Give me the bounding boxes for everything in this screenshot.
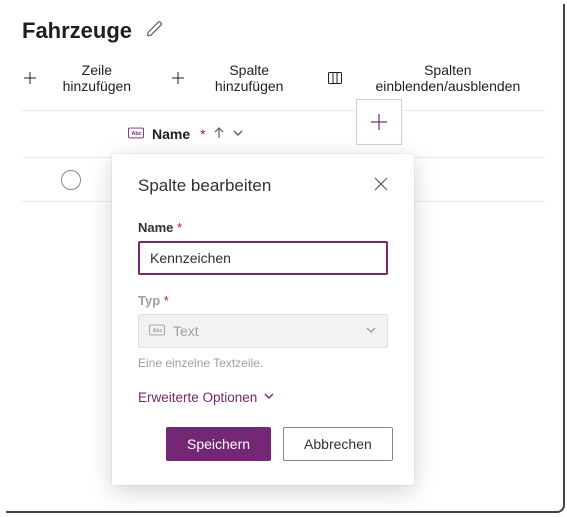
row-select-radio[interactable] [61, 170, 81, 190]
chevron-down-icon [365, 323, 377, 339]
add-column-label: Spalte hinzufügen [194, 62, 305, 94]
add-row-button[interactable]: Zeile hinzufügen [22, 62, 148, 94]
text-field-icon: Abc [128, 126, 144, 142]
svg-text:Abc: Abc [153, 328, 163, 334]
column-header-name[interactable]: Abc Name * [120, 126, 340, 142]
sort-ascending-icon [214, 126, 224, 142]
table-header-row: Abc Name * [22, 110, 545, 158]
columns-icon [327, 70, 343, 86]
type-field-label: Typ * [138, 293, 388, 308]
cancel-button[interactable]: Abbrechen [283, 427, 393, 461]
chevron-down-icon[interactable] [232, 126, 244, 142]
panel-title: Spalte bearbeiten [138, 176, 271, 196]
page-title: Fahrzeuge [22, 18, 132, 44]
advanced-options-toggle[interactable]: Erweiterte Optionen [138, 390, 388, 405]
required-star-icon: * [164, 293, 169, 308]
svg-text:Abc: Abc [132, 131, 142, 137]
plus-icon [22, 70, 38, 86]
add-column-button[interactable]: Spalte hinzufügen [170, 62, 305, 94]
plus-icon [170, 70, 186, 86]
column-name-label: Name [152, 126, 190, 142]
name-field-label: Name * [138, 220, 388, 235]
required-star-icon: * [177, 220, 182, 235]
column-type-select: Abc Text [138, 314, 388, 348]
toolbar: Zeile hinzufügen Spalte hinzufügen Spalt… [22, 62, 545, 94]
add-row-label: Zeile hinzufügen [46, 62, 148, 94]
edit-column-panel: Spalte bearbeiten Name * Typ * Abc Text … [112, 154, 414, 485]
toggle-columns-button[interactable]: Spalten einblenden/ausblenden [327, 62, 545, 94]
type-helper-text: Eine einzelne Textzeile. [138, 356, 388, 370]
save-button[interactable]: Speichern [166, 427, 271, 461]
add-column-plus-button[interactable] [356, 99, 402, 145]
chevron-down-icon [263, 390, 275, 405]
type-value-label: Text [173, 323, 199, 339]
text-field-icon: Abc [149, 323, 165, 339]
page-title-row: Fahrzeuge [22, 18, 545, 44]
required-star-icon: * [200, 126, 205, 142]
column-name-input[interactable] [138, 241, 388, 275]
close-icon[interactable] [374, 177, 388, 196]
edit-title-icon[interactable] [146, 20, 164, 43]
toggle-columns-label: Spalten einblenden/ausblenden [351, 62, 545, 94]
